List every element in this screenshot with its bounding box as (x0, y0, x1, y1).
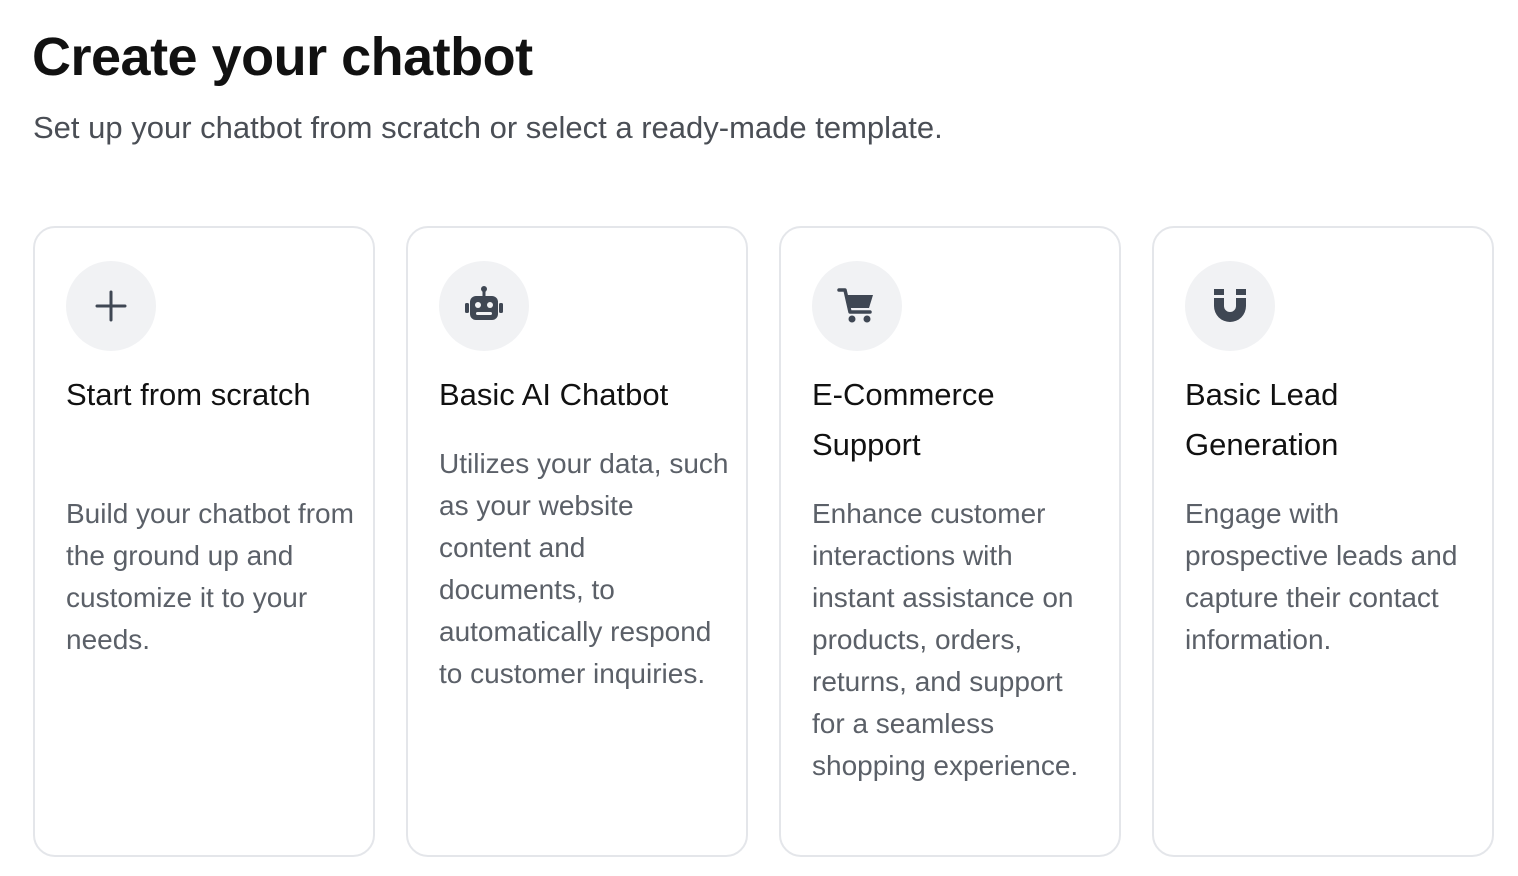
robot-icon (439, 261, 529, 351)
card-title: Start from scratch (66, 377, 311, 412)
card-description: Build your chatbot from the ground up an… (66, 498, 354, 655)
shopping-cart-icon (812, 261, 902, 351)
template-cards: Start from scratch Build your chatbot fr… (33, 226, 1495, 859)
page-subtitle: Set up your chatbot from scratch or sele… (33, 110, 943, 145)
card-e-commerce-support[interactable]: E-Commerce Support Enhance customer inte… (779, 226, 1121, 857)
card-start-from-scratch[interactable]: Start from scratch Build your chatbot fr… (33, 226, 375, 857)
card-title: Basic AI Chatbot (439, 377, 669, 412)
card-description: Enhance customer interactions with insta… (812, 498, 1079, 781)
card-basic-lead-generation[interactable]: Basic Lead Generation Engage with prospe… (1152, 226, 1494, 857)
card-title: E-Commerce Support (812, 377, 995, 462)
card-description: Engage with prospective leads and captur… (1185, 498, 1458, 655)
magnet-icon (1185, 261, 1275, 351)
create-chatbot-page: Create your chatbot Set up your chatbot … (0, 0, 1518, 876)
card-description: Utilizes your data, such as your website… (439, 448, 729, 689)
card-basic-ai-chatbot[interactable]: Basic AI Chatbot Utilizes your data, suc… (406, 226, 748, 857)
plus-icon (66, 261, 156, 351)
card-title: Basic Lead Generation (1185, 377, 1339, 462)
page-title: Create your chatbot (32, 27, 533, 87)
